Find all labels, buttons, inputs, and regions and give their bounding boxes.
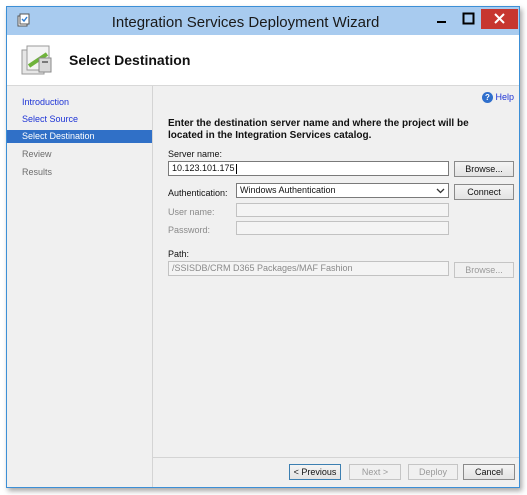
wizard-window: Integration Services Deployment Wizard S… [6,6,520,488]
username-label: User name: [168,207,215,217]
sidebar-item-select-destination[interactable]: Select Destination [7,130,152,143]
close-button[interactable] [481,9,518,29]
server-name-value: 10.123.101.175 [172,163,235,173]
sidebar-item-results: Results [22,167,53,177]
previous-button[interactable]: < Previous [289,464,341,480]
help-label: Help [495,92,515,102]
authentication-value: Windows Authentication [240,185,336,195]
cancel-button[interactable]: Cancel [463,464,515,480]
server-name-input[interactable]: 10.123.101.175 [168,161,449,176]
password-input [236,221,449,235]
sidebar-item-introduction[interactable]: Introduction [7,96,152,109]
path-input: /SSISDB/CRM D365 Packages/MAF Fashion [168,261,449,276]
server-name-label: Server name: [168,149,223,159]
chevron-down-icon [436,188,445,194]
maximize-button[interactable] [455,9,482,29]
window-title: Integration Services Deployment Wizard [111,14,380,31]
instructions-text: Enter the destination server name and wh… [168,118,469,141]
password-label: Password: [168,225,211,235]
connect-button[interactable]: Connect [454,184,514,200]
page-title: Select Destination [69,52,191,68]
main-panel: ? Help Enter the destination server name… [153,86,519,457]
close-icon [494,13,505,24]
path-label: Path: [168,249,190,259]
title-bar: Integration Services Deployment Wizard [7,7,519,35]
minimize-icon [437,21,446,23]
wizard-sidebar: Introduction Select Source Select Destin… [7,86,153,487]
help-icon: ? [482,92,493,104]
maximize-icon [462,12,475,25]
path-browse-button: Browse... [454,262,514,278]
wizard-footer: < Previous Next > Deploy Cancel [153,457,519,487]
deploy-button: Deploy [408,464,458,480]
minimize-button[interactable] [428,9,455,29]
help-link[interactable]: ? Help [482,92,515,104]
next-button: Next > [349,464,401,480]
sidebar-item-review: Review [22,149,52,159]
username-input [236,203,449,217]
deployment-wizard-icon [21,45,52,75]
text-cursor [235,163,237,174]
app-icon [17,13,30,27]
authentication-label: Authentication: [168,188,228,198]
authentication-select[interactable]: Windows Authentication [236,183,449,198]
server-browse-button[interactable]: Browse... [454,161,514,177]
sidebar-item-select-source[interactable]: Select Source [7,113,152,126]
page-header: Select Destination [7,35,519,86]
